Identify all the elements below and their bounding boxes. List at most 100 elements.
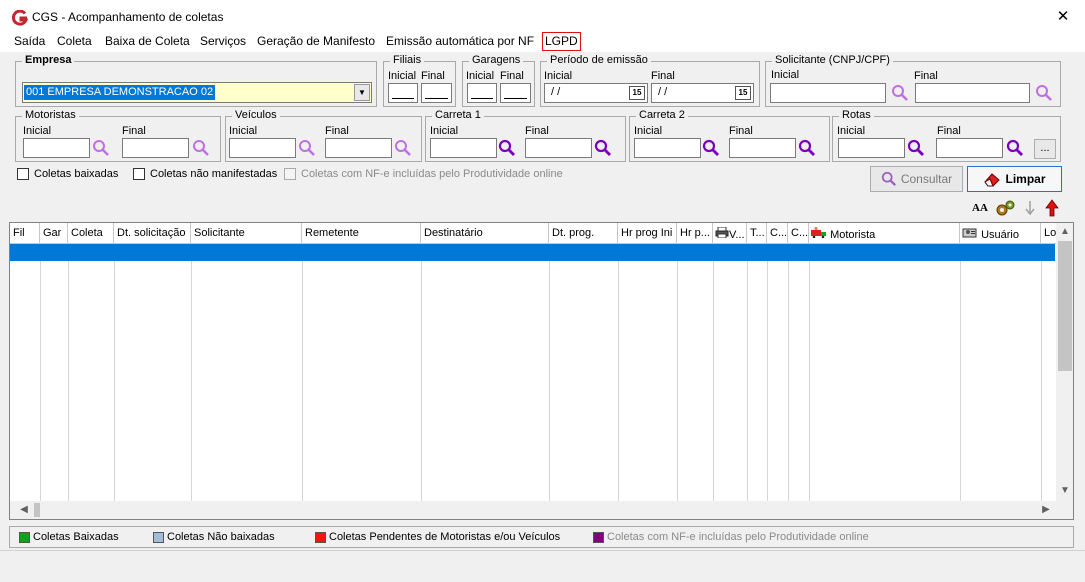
menu-saida[interactable]: Saída — [12, 34, 47, 48]
search-icon[interactable] — [298, 139, 316, 157]
chevron-down-icon[interactable]: ▼ — [354, 84, 370, 101]
column-header-hr-prog-ini[interactable]: Hr prog Ini — [618, 223, 677, 244]
search-icon[interactable] — [891, 84, 909, 102]
motoristas-inicial-input[interactable] — [23, 138, 90, 158]
column-header-destinatario[interactable]: Destinatário — [421, 223, 549, 244]
motoristas-inicial-label: Inicial — [23, 125, 52, 137]
menu-geracao-de-manifesto[interactable]: Geração de Manifesto — [255, 34, 377, 48]
column-header-dt-solicitacao[interactable]: Dt. solicitação — [114, 223, 191, 244]
carreta2-final-input[interactable] — [729, 138, 796, 158]
arrow-up-icon[interactable] — [1045, 199, 1059, 217]
consultar-button[interactable]: Consultar — [870, 166, 963, 192]
coletas-baixadas-checkbox[interactable]: Coletas baixadas — [17, 168, 118, 180]
scroll-left-icon[interactable]: ◀ — [16, 502, 32, 518]
column-header-remetente[interactable]: Remetente — [302, 223, 421, 244]
limpar-button[interactable]: Limpar — [967, 166, 1062, 192]
filiais-inicial-input[interactable] — [388, 83, 418, 103]
garagens-final-input[interactable] — [500, 83, 531, 103]
column-header-gar[interactable]: Gar — [40, 223, 68, 244]
search-icon[interactable] — [702, 139, 720, 157]
table-row-selected[interactable] — [10, 244, 1055, 261]
search-icon[interactable] — [1035, 84, 1053, 102]
garagens-inicial-input[interactable] — [467, 83, 497, 103]
search-icon[interactable] — [907, 139, 925, 157]
column-header-v[interactable]: V... — [713, 223, 747, 244]
coletas-nao-manifestadas-checkbox[interactable]: Coletas não manifestadas — [133, 168, 277, 180]
veiculos-group: Veículos Inicial Final — [225, 109, 422, 162]
scroll-down-icon[interactable]: ▼ — [1057, 483, 1073, 499]
search-icon[interactable] — [394, 139, 412, 157]
menu-baixa-de-coleta[interactable]: Baixa de Coleta — [103, 34, 192, 48]
search-icon[interactable] — [192, 139, 210, 157]
arrow-down-icon[interactable] — [1024, 199, 1036, 217]
horizontal-scrollbar[interactable]: ◀ ▶ — [10, 501, 1073, 519]
filiais-final-input[interactable] — [421, 83, 452, 103]
checkbox-box[interactable] — [284, 168, 296, 180]
carreta2-title: Carreta 2 — [636, 109, 688, 121]
coletas-nfe-produtividade-checkbox[interactable]: Coletas com NF-e incluídas pelo Produtiv… — [284, 168, 563, 180]
menu-lgpd[interactable]: LGPD — [542, 32, 581, 51]
column-header-lo[interactable]: Lo — [1041, 223, 1057, 244]
column-header-hr-p[interactable]: Hr p... — [677, 223, 713, 244]
checkbox-box[interactable] — [17, 168, 29, 180]
column-header-dt-prog[interactable]: Dt. prog. — [549, 223, 618, 244]
menu-emissao-automatica[interactable]: Emissão automática por NF — [384, 34, 536, 48]
filiais-title: Filiais — [390, 54, 425, 66]
column-divider — [68, 244, 69, 501]
veiculos-title: Veículos — [232, 109, 280, 121]
search-icon — [881, 171, 896, 187]
gears-icon[interactable] — [994, 199, 1016, 217]
column-header-fil[interactable]: Fil — [10, 223, 40, 244]
veiculos-final-label: Final — [325, 125, 349, 137]
close-icon[interactable]: ✕ — [1052, 6, 1074, 28]
column-header-usuario[interactable]: Usuário — [960, 223, 1041, 244]
column-divider — [809, 244, 810, 501]
search-icon[interactable] — [92, 139, 110, 157]
font-size-icon[interactable]: AA — [972, 202, 988, 214]
rotas-more-button[interactable]: ... — [1034, 139, 1056, 159]
search-icon[interactable] — [498, 139, 516, 157]
veiculos-inicial-input[interactable] — [229, 138, 296, 158]
solicitante-final-input[interactable] — [915, 83, 1030, 103]
periodo-inicial-input[interactable]: / / 15 — [544, 83, 648, 103]
legend-item-pendentes: Coletas Pendentes de Motoristas e/ou Veí… — [315, 531, 560, 543]
solicitante-title: Solicitante (CNPJ/CPF) — [772, 54, 893, 66]
search-icon[interactable] — [1006, 139, 1024, 157]
column-divider — [40, 244, 41, 501]
column-header-t[interactable]: T... — [747, 223, 767, 244]
vertical-scrollbar[interactable]: ▲ ▼ — [1056, 223, 1073, 501]
scroll-right-icon[interactable]: ▶ — [1038, 502, 1054, 518]
search-icon[interactable] — [594, 139, 612, 157]
legend-item-baixadas: Coletas Baixadas — [19, 531, 119, 543]
search-icon[interactable] — [798, 139, 816, 157]
column-header-c1[interactable]: C... — [767, 223, 788, 244]
carreta1-inicial-input[interactable] — [430, 138, 497, 158]
column-header-solicitante[interactable]: Solicitante — [191, 223, 302, 244]
calendar-icon[interactable]: 15 — [629, 86, 645, 100]
periodo-final-input[interactable]: / / 15 — [651, 83, 754, 103]
empresa-select[interactable]: 001 EMPRESA DEMONSTRACAO 02 ▼ — [22, 82, 372, 103]
rotas-inicial-input[interactable] — [838, 138, 905, 158]
menu-coleta[interactable]: Coleta — [55, 34, 94, 48]
motoristas-final-label: Final — [122, 125, 146, 137]
carreta2-inicial-input[interactable] — [634, 138, 701, 158]
carreta1-final-input[interactable] — [525, 138, 592, 158]
scroll-up-icon[interactable]: ▲ — [1057, 224, 1073, 240]
coletas-grid[interactable]: Fil Gar Coleta Dt. solicitação Solicitan… — [9, 222, 1074, 520]
solicitante-final-label: Final — [914, 70, 938, 82]
menu-servicos[interactable]: Serviços — [198, 34, 248, 48]
column-header-motorista[interactable]: Motorista — [809, 223, 960, 244]
column-header-c2[interactable]: C... — [788, 223, 809, 244]
scrollbar-thumb[interactable] — [1058, 241, 1072, 371]
calendar-icon[interactable]: 15 — [735, 86, 751, 100]
rotas-final-input[interactable] — [936, 138, 1003, 158]
veiculos-final-input[interactable] — [325, 138, 392, 158]
carreta2-final-label: Final — [729, 125, 753, 137]
solicitante-inicial-input[interactable] — [770, 83, 886, 103]
checkbox-box[interactable] — [133, 168, 145, 180]
scrollbar-thumb[interactable] — [34, 503, 40, 517]
column-header-coleta[interactable]: Coleta — [68, 223, 114, 244]
column-divider — [677, 244, 678, 501]
motoristas-final-input[interactable] — [122, 138, 189, 158]
column-divider — [302, 244, 303, 501]
